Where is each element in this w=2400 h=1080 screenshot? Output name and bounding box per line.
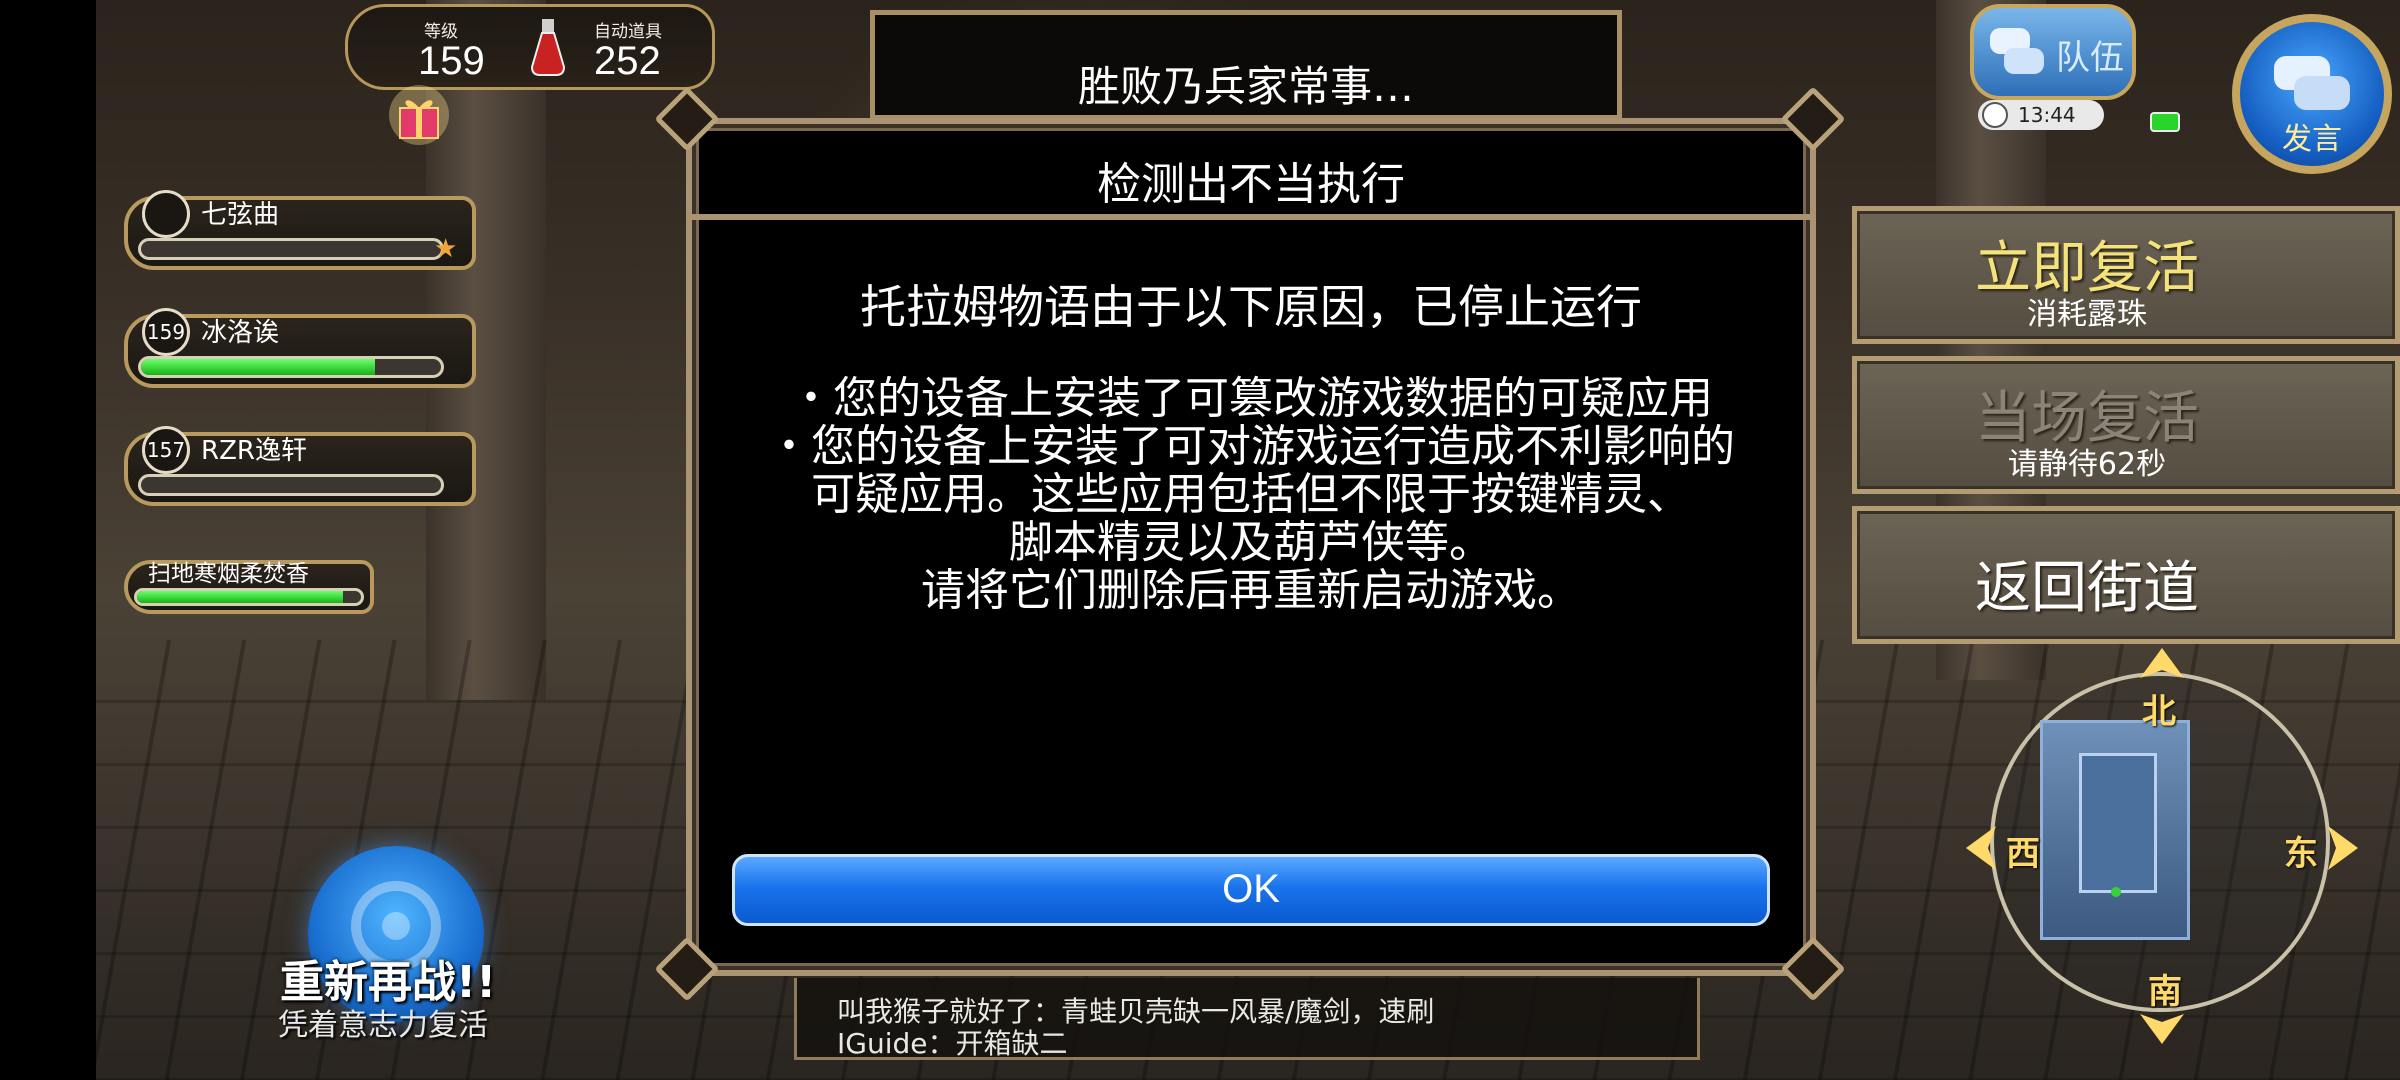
party-member-name: 冰洛诶 [201, 318, 280, 348]
party-level-badge: 159 [142, 308, 190, 356]
ok-button[interactable]: OK [732, 854, 1770, 926]
revive-here-button[interactable]: 当场复活 请静待62秒 [1852, 356, 2400, 494]
hp-bar [138, 356, 444, 378]
auto-item-value: 252 [594, 39, 661, 83]
dialog-heading: 托拉姆物语由于以下原因，已停止运行 [860, 280, 1642, 334]
retry-subtitle: 凭着意志力复活 [278, 1008, 488, 1043]
party-member-2[interactable]: 159 冰洛诶 [106, 306, 490, 398]
dialog-line: 请将它们删除后再重新启动游戏。 [921, 565, 1581, 616]
level-value: 159 [418, 39, 485, 83]
hp-bar [138, 474, 444, 496]
team-label: 队伍 [2056, 38, 2124, 78]
defeat-message-box: 胜败乃兵家常事… [870, 10, 1622, 120]
hp-fill [137, 591, 344, 603]
player-stats-panel: 等级 159 自动道具 252 [345, 4, 715, 90]
party-member-1[interactable]: 七弦曲 ★ [106, 188, 490, 280]
dialog-header: 检测出不当执行 [692, 124, 1810, 220]
hp-bar [138, 238, 444, 260]
party-member-name: 扫地寒烟柔焚香 [148, 561, 309, 587]
hp-bar [134, 588, 364, 606]
minimap[interactable] [2040, 720, 2190, 940]
return-to-town-title: 返回街道 [1975, 556, 2199, 621]
speak-button[interactable]: 发言 [2232, 14, 2392, 174]
dialog-line: ・您的设备上安装了可篡改游戏数据的可疑应用 [789, 373, 1713, 424]
revive-now-cost: 消耗露珠 [2027, 297, 2147, 332]
party-member-4[interactable]: 扫地寒烟柔焚香 [106, 552, 490, 644]
dialog-line: 可疑应用。这些应用包括但不限于按键精灵、 [811, 469, 1691, 520]
party-member-name: 七弦曲 [201, 200, 280, 230]
party-member-name: RZR逸轩 [201, 436, 307, 466]
north-arrow-icon [2140, 648, 2184, 678]
west-arrow-icon [1966, 826, 1996, 870]
chat-message: IGuide：开箱缺二 [837, 1027, 1068, 1060]
compass-south: 南 [2148, 972, 2182, 1012]
compass-north: 北 [2142, 692, 2176, 732]
party-level-badge [142, 190, 190, 238]
dialog-line: ・您的设备上安装了可对游戏运行造成不利影响的 [767, 421, 1735, 472]
return-to-town-button[interactable]: 返回街道 [1852, 506, 2400, 644]
battery-icon [2150, 112, 2180, 132]
dialog-line: 脚本精灵以及葫芦侠等。 [1009, 517, 1493, 568]
revive-now-button[interactable]: 立即复活 消耗露珠 [1852, 206, 2400, 344]
compass-east: 东 [2284, 834, 2318, 874]
east-arrow-icon [2328, 826, 2358, 870]
chat-panel[interactable]: 叫我猴子就好了：青蛙贝壳缺一风暴/魔剑，速刷 IGuide：开箱缺二 [794, 978, 1700, 1060]
team-chat-icon [1990, 28, 2044, 74]
speak-label: 发言 [2282, 122, 2342, 157]
gift-icon[interactable] [388, 84, 450, 146]
minimap-room [2079, 753, 2157, 893]
clock-time: 13:44 [2018, 103, 2076, 127]
dialog-body: 托拉姆物语由于以下原因，已停止运行 ・您的设备上安装了可篡改游戏数据的可疑应用 … [692, 279, 1810, 615]
south-arrow-icon [2140, 1014, 2184, 1044]
party-level-badge: 157 [142, 426, 190, 474]
clock: 13:44 [1978, 100, 2104, 130]
dialog-title: 检测出不当执行 [1097, 159, 1405, 210]
defeat-message: 胜败乃兵家常事… [1077, 62, 1414, 111]
hp-fill [141, 359, 375, 375]
error-dialog: 检测出不当执行 托拉姆物语由于以下原因，已停止运行 ・您的设备上安装了可篡改游戏… [686, 118, 1816, 976]
compass-west: 西 [2006, 834, 2040, 874]
clock-icon [1982, 102, 2008, 128]
party-member-3[interactable]: 157 RZR逸轩 [106, 424, 490, 516]
player-marker-icon [2111, 887, 2121, 897]
star-icon: ★ [434, 234, 458, 264]
potion-icon [530, 19, 566, 76]
team-button[interactable]: 队伍 [1970, 4, 2136, 100]
revive-here-timer: 请静待62秒 [2007, 447, 2167, 482]
